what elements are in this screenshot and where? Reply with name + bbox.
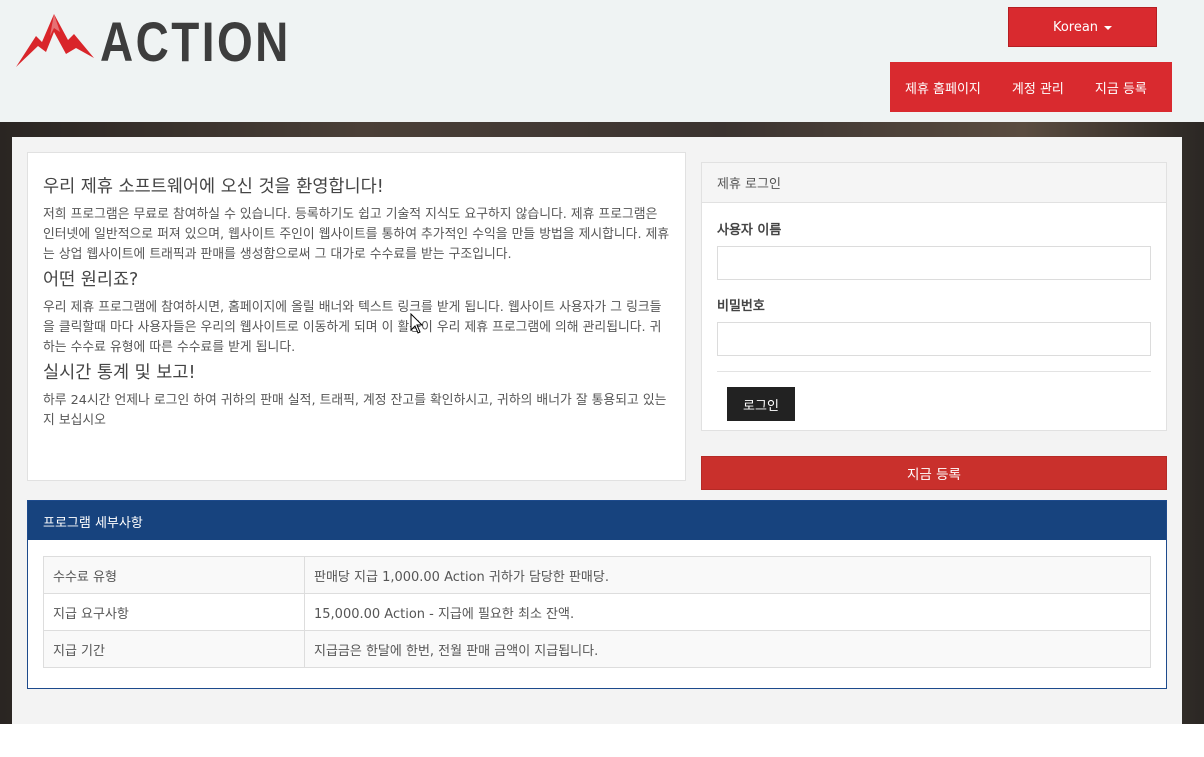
- welcome-title: 우리 제휴 소프트웨어에 오신 것을 환영합니다!: [43, 177, 384, 197]
- language-dropdown[interactable]: Korean: [1008, 7, 1157, 47]
- payout-requirement-value: 15,000.00 Action - 지급에 필요한 최소 잔액.: [304, 593, 1151, 631]
- nav-account-manage[interactable]: 계정 관리: [981, 78, 1064, 97]
- mouse-pointer-icon: [410, 313, 424, 334]
- nav-affiliate-home[interactable]: 제휴 홈페이지: [890, 78, 981, 97]
- language-label: Korean: [1052, 19, 1099, 35]
- commission-type-value: 판매당 지급 1,000.00 Action 귀하가 담당한 판매당.: [304, 556, 1151, 594]
- table-row: 지급 요구사항 15,000.00 Action - 지급에 필요한 최소 잔액…: [43, 593, 1151, 631]
- site-logo[interactable]: ACTION: [16, 12, 288, 70]
- welcome-intro: 저희 프로그램은 무료로 참여하실 수 있습니다. 등록하기도 쉽고 기술적 지…: [43, 207, 670, 262]
- table-row: 지급 기간 지급금은 한달에 한번, 전월 판매 금액이 지급됩니다.: [43, 630, 1151, 668]
- logo-text: ACTION: [100, 10, 291, 73]
- welcome-panel: 우리 제휴 소프트웨어에 오신 것을 환영합니다! 저희 프로그램은 무료로 참…: [27, 152, 686, 481]
- program-details-title: 프로그램 세부사항: [28, 501, 1166, 540]
- login-panel: 제휴 로그인 사용자 이름 비밀번호 로그인: [701, 162, 1167, 431]
- stats-title: 실시간 통계 및 보고!: [43, 363, 196, 383]
- program-details-table: 수수료 유형 판매당 지급 1,000.00 Action 귀하가 담당한 판매…: [43, 556, 1151, 668]
- register-now-button[interactable]: 지금 등록: [701, 456, 1167, 490]
- site-header: ACTION Korean 제휴 홈페이지 계정 관리 지금 등록: [0, 0, 1204, 122]
- caret-down-icon: [1104, 26, 1113, 30]
- login-panel-title: 제휴 로그인: [702, 163, 1166, 203]
- top-nav: 제휴 홈페이지 계정 관리 지금 등록: [890, 62, 1172, 112]
- how-title: 어떤 원리죠?: [43, 270, 139, 290]
- nav-register-now[interactable]: 지금 등록: [1064, 78, 1147, 97]
- how-text: 우리 제휴 프로그램에 참여하시면, 홈페이지에 올릴 배너와 텍스트 링크를 …: [43, 300, 662, 355]
- username-label: 사용자 이름: [717, 223, 782, 238]
- login-form: 사용자 이름 비밀번호 로그인: [702, 203, 1166, 421]
- payout-period-value: 지급금은 한달에 한번, 전월 판매 금액이 지급됩니다.: [304, 630, 1151, 668]
- payout-requirement-label: 지급 요구사항: [43, 593, 305, 631]
- table-row: 수수료 유형 판매당 지급 1,000.00 Action 귀하가 담당한 판매…: [43, 556, 1151, 594]
- payout-period-label: 지급 기간: [43, 630, 305, 668]
- commission-type-label: 수수료 유형: [43, 556, 305, 594]
- login-button[interactable]: 로그인: [727, 387, 795, 421]
- mountain-logo-icon: [16, 14, 94, 67]
- form-divider: [717, 371, 1151, 372]
- stats-text: 하루 24시간 언제나 로그인 하여 귀하의 판매 실적, 트래픽, 계정 잔고…: [43, 393, 667, 428]
- username-input[interactable]: [717, 246, 1151, 280]
- password-input[interactable]: [717, 322, 1151, 356]
- program-details-panel: 프로그램 세부사항 수수료 유형 판매당 지급 1,000.00 Action …: [27, 500, 1167, 689]
- password-label: 비밀번호: [717, 299, 765, 314]
